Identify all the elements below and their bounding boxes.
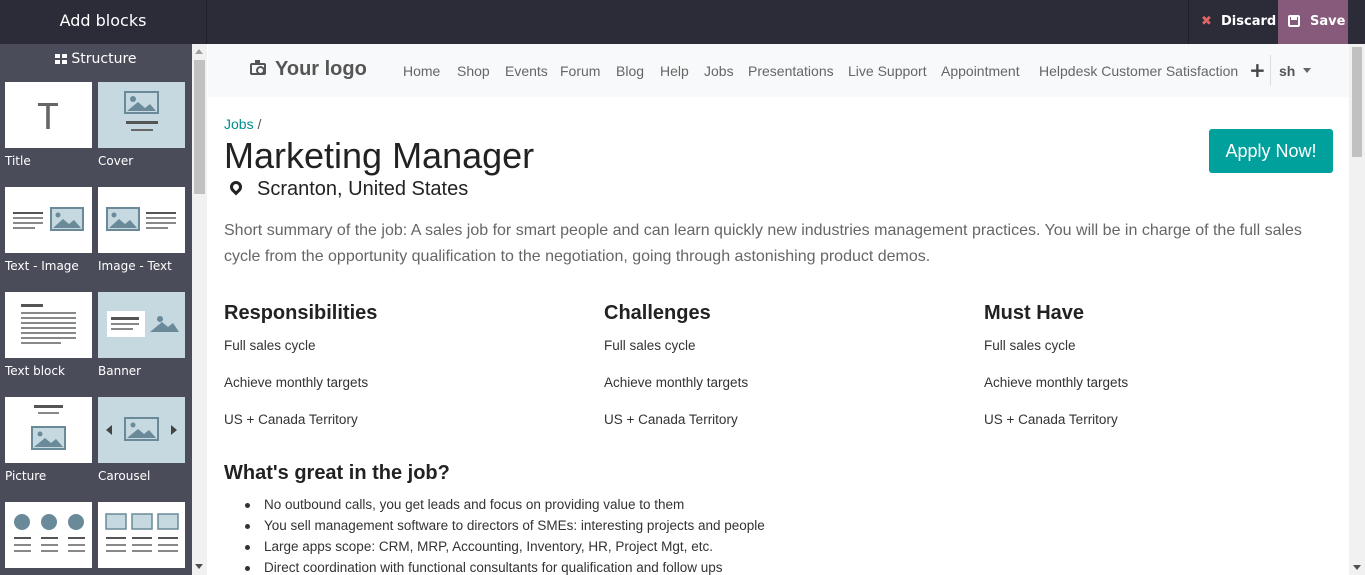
location-text: Scranton, United States [257, 178, 469, 200]
snippet-label: Image - Text [98, 259, 172, 273]
snippet-text-block[interactable] [5, 292, 92, 358]
column-item: US + Canada Territory [224, 412, 358, 427]
user-menu[interactable]: sh [1279, 63, 1312, 79]
chevron-down-icon [1303, 68, 1312, 73]
column-item: Full sales cycle [984, 338, 1076, 353]
close-icon: ✖ [1201, 14, 1212, 29]
snippet-picture[interactable] [5, 397, 92, 463]
nav-shop[interactable]: Shop [457, 63, 490, 79]
category-label: Structure [71, 51, 137, 67]
list-item: Large apps scope: CRM, MRP, Accounting, … [242, 538, 765, 559]
banner-thumbnail [107, 311, 179, 337]
snippet-carousel[interactable] [98, 397, 185, 463]
column-item: Full sales cycle [224, 338, 316, 353]
camera-icon [250, 60, 266, 75]
nav-divider [1270, 55, 1271, 86]
nav-presentations[interactable]: Presentations [748, 63, 834, 79]
carousel-thumbnail [106, 417, 177, 441]
nav-home[interactable]: Home [403, 63, 440, 79]
snippet-label: Picture [5, 469, 47, 483]
three-columns-thumbnail [105, 513, 179, 552]
grid-icon [55, 54, 68, 64]
site-navbar: Your logo Home Shop Events Forum Blog He… [208, 44, 1349, 97]
page-title: Marketing Manager [224, 135, 535, 176]
great-list: No outbound calls, you get leads and foc… [242, 496, 765, 575]
snippet-features[interactable] [5, 502, 92, 568]
breadcrumb-jobs-link[interactable]: Jobs [224, 116, 254, 132]
snippet-label: Banner [98, 364, 142, 378]
snippet-label: Title [5, 154, 31, 168]
column-heading: Responsibilities [224, 302, 378, 324]
scrollbar-thumb[interactable] [194, 60, 205, 194]
column-heading: Must Have [984, 302, 1085, 324]
editor-topbar: Add blocks ✖ Discard Save [0, 0, 1365, 44]
snippet-text-image[interactable] [5, 187, 92, 253]
image-text-thumbnail [106, 207, 176, 231]
snippets-sidebar: Structure T Title Cover Text - Image Ima… [0, 44, 207, 575]
column-item: Achieve monthly targets [604, 375, 749, 390]
nav-appointment[interactable]: Appointment [941, 63, 1020, 79]
snippet-label: Text block [5, 364, 65, 378]
nav-jobs[interactable]: Jobs [704, 63, 734, 79]
snippet-three-columns[interactable] [98, 502, 185, 568]
scroll-up-arrow-icon[interactable] [195, 49, 203, 54]
snippet-label: Cover [98, 154, 134, 168]
column-item: US + Canada Territory [984, 412, 1118, 427]
features-thumbnail [14, 514, 85, 552]
nav-helpdesk-satisfaction[interactable]: Helpdesk Customer Satisfaction [1039, 63, 1238, 79]
column-item: Achieve monthly targets [224, 375, 369, 390]
title-thumbnail: T [37, 97, 59, 138]
list-item: Direct coordination with functional cons… [242, 559, 765, 575]
discard-button[interactable]: ✖ Discard [1188, 0, 1278, 44]
cover-thumbnail [124, 91, 159, 131]
scrollbar-thumb[interactable] [1352, 47, 1362, 157]
snippet-cover[interactable] [98, 82, 185, 148]
page-scrollbar[interactable] [1349, 44, 1365, 575]
nav-events[interactable]: Events [505, 63, 548, 79]
column-item: US + Canada Territory [604, 412, 738, 427]
list-item: No outbound calls, you get leads and foc… [242, 496, 765, 517]
logo-text: Your logo [275, 58, 367, 80]
column-item: Achieve monthly targets [984, 375, 1129, 390]
add-menu-plus-icon[interactable]: + [1249, 58, 1266, 82]
svg-text:T: T [37, 97, 59, 138]
breadcrumb: Jobs / [224, 116, 261, 132]
panel-title: Add blocks [0, 0, 207, 44]
user-name: sh [1279, 63, 1296, 79]
breadcrumb-separator: / [257, 116, 262, 132]
snippet-image-text[interactable] [98, 187, 185, 253]
text-block-thumbnail [21, 304, 76, 344]
list-item: You sell management software to director… [242, 517, 765, 538]
save-button[interactable]: Save [1278, 0, 1348, 44]
snippet-title[interactable]: T [5, 82, 92, 148]
picture-thumbnail [31, 405, 66, 450]
topbar-spacer [1348, 0, 1365, 44]
nav-help[interactable]: Help [660, 63, 689, 79]
apply-now-button[interactable]: Apply Now! [1209, 129, 1333, 173]
snippet-label: Text - Image [5, 259, 79, 273]
must-have-column: Must Have Full sales cycle Achieve month… [984, 302, 1344, 449]
discard-label: Discard [1221, 14, 1277, 29]
nav-live-support[interactable]: Live Support [848, 63, 927, 79]
responsibilities-column: Responsibilities Full sales cycle Achiev… [224, 302, 584, 449]
floppy-disk-icon [1288, 15, 1300, 27]
map-marker-icon [227, 178, 245, 196]
sidebar-scrollbar[interactable] [192, 44, 207, 575]
nav-forum[interactable]: Forum [560, 63, 600, 79]
save-label: Save [1310, 14, 1346, 29]
snippet-banner[interactable] [98, 292, 185, 358]
scroll-down-arrow-icon[interactable] [1353, 565, 1361, 570]
nav-blog[interactable]: Blog [616, 63, 644, 79]
snippet-label: Carousel [98, 469, 151, 483]
job-summary: Short summary of the job: A sales job fo… [224, 222, 1302, 265]
challenges-column: Challenges Full sales cycle Achieve mont… [604, 302, 964, 449]
text-image-thumbnail [13, 207, 84, 231]
column-heading: Challenges [604, 302, 711, 324]
website-preview: Your logo Home Shop Events Forum Blog He… [208, 44, 1349, 575]
column-item: Full sales cycle [604, 338, 696, 353]
great-heading: What's great in the job? [224, 462, 450, 484]
scroll-down-arrow-icon[interactable] [195, 564, 203, 569]
category-structure[interactable]: Structure [0, 44, 192, 74]
